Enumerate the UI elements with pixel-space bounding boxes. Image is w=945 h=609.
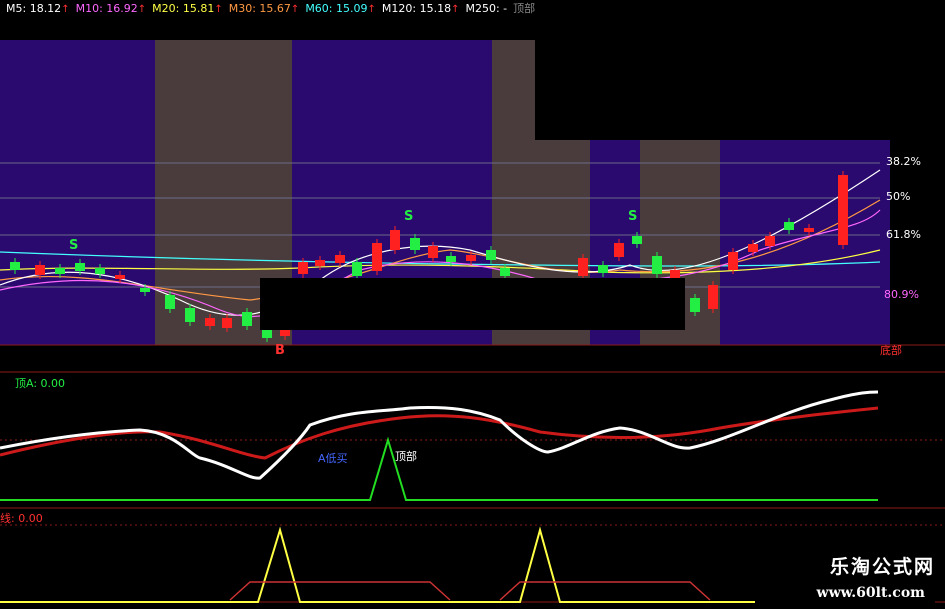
fib-label-382: 38.2% [886,155,921,168]
candle-body [185,308,195,322]
candle-body [95,268,105,274]
fib-label-618: 61.8% [886,228,921,241]
candle-body [352,262,362,276]
watermark-url: www.60lt.com [816,585,925,601]
candle-body [372,243,382,271]
candle-body [115,275,125,279]
candle-body [165,295,175,309]
signal-s-2: S [404,209,414,224]
candle-body [578,258,588,276]
candle-body [708,285,718,309]
panel-b-title: 线: 0.00 [0,512,43,525]
bottom-label: 底部 [880,344,902,357]
watermark-name: 乐淘公式网 [829,556,935,578]
candle-body [748,244,758,252]
candle-body [280,330,290,336]
candle-body [35,265,45,275]
indicator-panel-a [0,371,945,509]
candle-body [466,255,476,261]
candle-body [652,256,662,274]
candle-body [390,230,400,250]
candle-body [838,175,848,245]
panel-a-title: 顶A: 0.00 [15,377,66,390]
panel-a-note-low: A低买 [318,452,348,465]
candle-body [410,238,420,250]
signal-s-1: S [69,238,79,253]
candle-body [614,243,624,257]
candle-body [428,246,438,258]
redaction-block [260,278,685,330]
candle-body [804,228,814,232]
candle-body [315,260,325,266]
signal-b: B [275,343,285,358]
candle-body [205,318,215,326]
candle-body [242,312,252,326]
candle-body [784,222,794,230]
panel-a-note-top: 顶部 [395,450,417,463]
candle-body [486,250,496,260]
candle-body [75,263,85,271]
candle-body [446,256,456,262]
candle-body [298,262,308,274]
fib-label-809: 80.9% [884,288,919,301]
chart-canvas[interactable] [0,0,945,609]
fib-label-50: 50% [886,190,911,203]
candle-body [500,268,510,276]
candle-body [598,265,608,273]
signal-s-3: S [628,209,638,224]
candle-body [765,236,775,246]
candle-body [10,262,20,270]
candle-body [140,288,150,292]
candle-body [690,298,700,312]
candle-body [222,318,232,328]
candle-body [55,268,65,274]
candle-body [632,236,642,244]
candle-body [728,252,738,270]
candle-body [335,255,345,263]
